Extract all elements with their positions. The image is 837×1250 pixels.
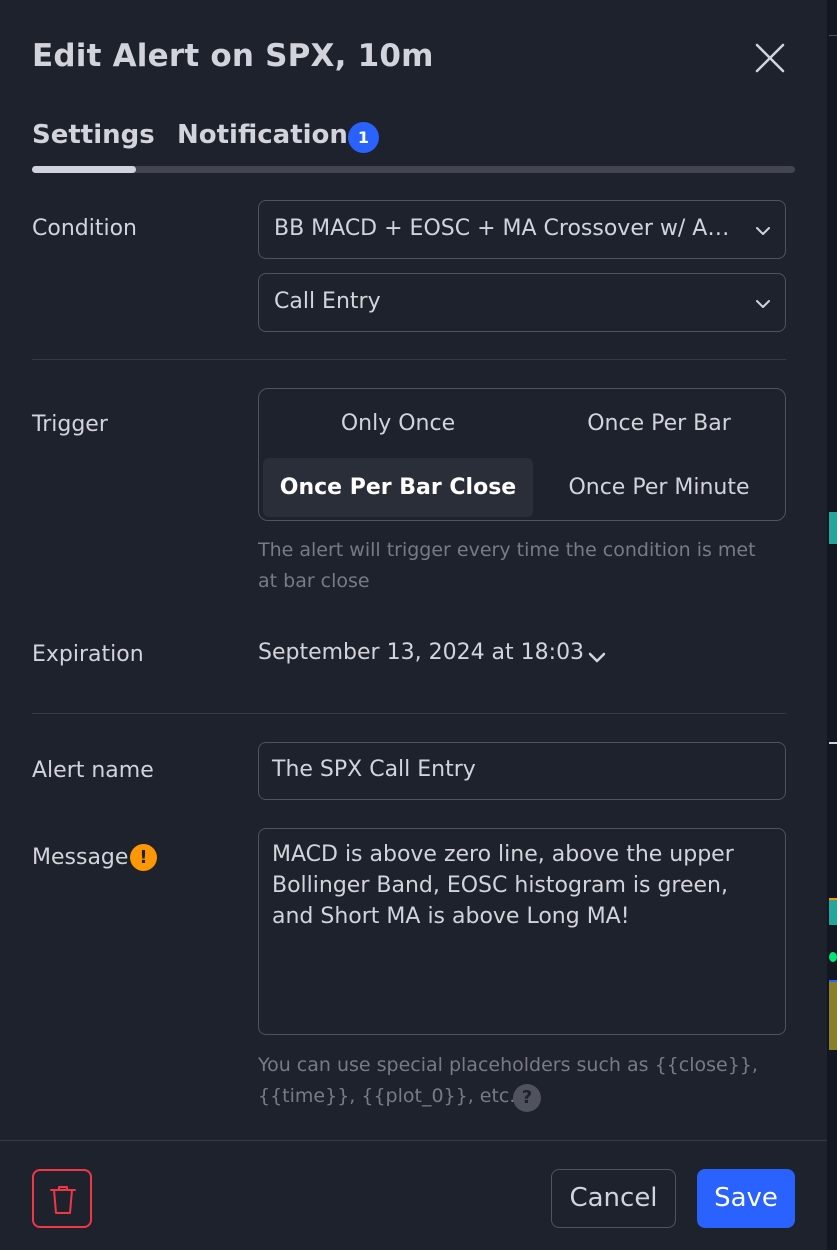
trigger-option-once-per-bar[interactable]: Once Per Bar bbox=[524, 394, 794, 453]
expiration-value[interactable]: September 13, 2024 at 18:03 bbox=[258, 640, 584, 665]
help-icon[interactable]: ? bbox=[513, 1084, 541, 1112]
chart-edge-mark bbox=[829, 980, 837, 1050]
notifications-count-badge: 1 bbox=[348, 122, 379, 153]
chevron-down-icon[interactable] bbox=[585, 645, 609, 669]
chart-edge-mark bbox=[829, 35, 837, 36]
message-label: Message bbox=[32, 845, 129, 870]
close-icon bbox=[755, 43, 785, 73]
expiration-label: Expiration bbox=[32, 642, 144, 667]
section-divider bbox=[32, 359, 786, 360]
chart-edge-mark bbox=[829, 742, 837, 744]
tab-track bbox=[32, 166, 795, 173]
chart-edge-mark bbox=[829, 512, 837, 544]
tab-settings[interactable]: Settings bbox=[32, 120, 155, 150]
condition-alert-select[interactable]: Call Entry bbox=[258, 273, 786, 332]
trigger-label: Trigger bbox=[32, 412, 108, 437]
condition-indicator-select[interactable]: BB MACD + EOSC + MA Crossover w/ Alert..… bbox=[258, 200, 786, 259]
trash-icon bbox=[50, 1186, 76, 1214]
delete-alert-button[interactable] bbox=[32, 1169, 92, 1228]
tab-notifications[interactable]: Notifications bbox=[177, 120, 363, 150]
message-textarea[interactable]: MACD is above zero line, above the upper… bbox=[258, 828, 786, 1035]
trigger-hint: The alert will trigger every time the co… bbox=[258, 539, 756, 592]
chart-edge-strip bbox=[827, 0, 837, 1250]
footer-divider bbox=[0, 1140, 827, 1141]
alert-name-label: Alert name bbox=[32, 758, 154, 783]
alert-name-input[interactable]: The SPX Call Entry bbox=[258, 742, 786, 800]
edit-alert-dialog: Edit Alert on SPX, 10m Settings Notifica… bbox=[0, 0, 827, 1250]
chart-edge-mark bbox=[829, 898, 837, 925]
condition-indicator-value: BB MACD + EOSC + MA Crossover w/ Alert..… bbox=[274, 216, 734, 241]
trigger-option-once-per-bar-close[interactable]: Once Per Bar Close bbox=[263, 458, 533, 517]
close-button[interactable] bbox=[750, 38, 790, 78]
trigger-option-only-once[interactable]: Only Once bbox=[263, 394, 533, 453]
condition-label: Condition bbox=[32, 216, 137, 241]
chart-edge-mark bbox=[829, 952, 837, 962]
condition-alert-value: Call Entry bbox=[274, 289, 381, 314]
warning-icon[interactable]: ! bbox=[130, 844, 157, 871]
save-button[interactable]: Save bbox=[697, 1169, 795, 1228]
cancel-button[interactable]: Cancel bbox=[551, 1169, 676, 1228]
tab-active-indicator bbox=[32, 166, 136, 173]
chevron-down-icon bbox=[756, 300, 770, 308]
dialog-title: Edit Alert on SPX, 10m bbox=[32, 38, 434, 74]
trigger-option-once-per-minute[interactable]: Once Per Minute bbox=[524, 458, 794, 517]
section-divider bbox=[32, 713, 786, 714]
chevron-down-icon bbox=[756, 227, 770, 235]
trigger-segmented-control: Only Once Once Per Bar Once Per Bar Clos… bbox=[258, 388, 786, 521]
